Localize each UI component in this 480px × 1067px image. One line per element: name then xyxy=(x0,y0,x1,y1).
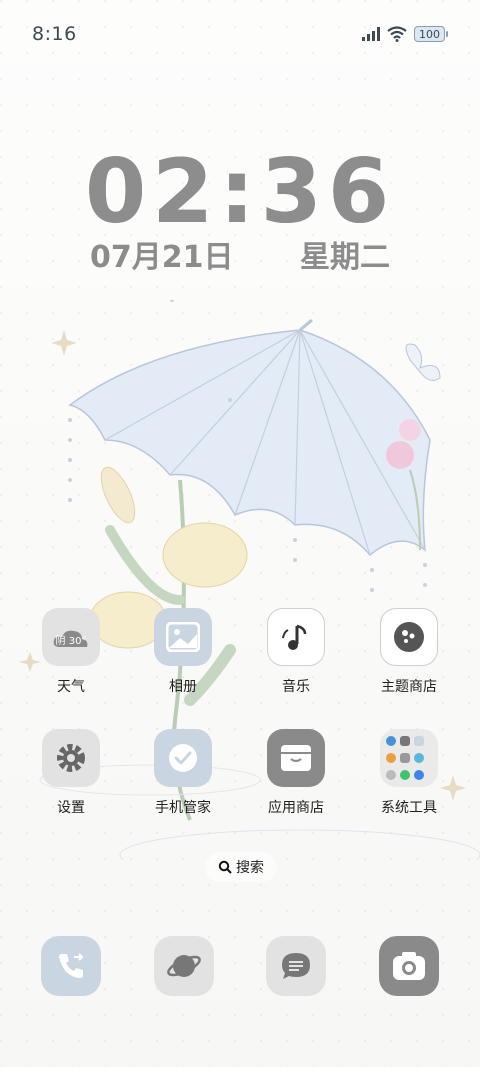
battery-indicator: 100 xyxy=(414,26,445,42)
app-label: 主题商店 xyxy=(381,679,437,695)
app-label: 系统工具 xyxy=(381,800,437,816)
phone-icon xyxy=(59,953,84,978)
weather-icon: 阴 30° xyxy=(42,608,100,666)
weather-widget-text: 阴 30° xyxy=(55,636,87,647)
app-settings[interactable]: 设置 xyxy=(21,729,121,817)
music-icon xyxy=(267,608,325,666)
date-row: 07月21日 星期二 xyxy=(90,232,390,276)
clock-weekday: 星期二 xyxy=(300,240,390,275)
app-system-tools-folder[interactable]: 系统工具 xyxy=(359,729,459,817)
status-icons: 100 xyxy=(362,26,448,42)
app-store-icon xyxy=(267,729,325,787)
search-label: 搜索 xyxy=(236,860,264,876)
folder-icon xyxy=(380,729,438,787)
status-bar: 8:16 100 xyxy=(0,0,480,68)
message-icon xyxy=(282,953,310,979)
app-label: 音乐 xyxy=(282,679,310,695)
search-button[interactable]: 搜索 xyxy=(205,852,277,882)
status-time: 8:16 xyxy=(32,23,77,45)
signal-icon xyxy=(362,27,380,41)
wifi-icon xyxy=(387,26,407,42)
app-music[interactable]: 音乐 xyxy=(246,608,346,696)
gallery-icon xyxy=(154,608,212,666)
app-label: 相册 xyxy=(169,679,197,695)
app-label: 手机管家 xyxy=(155,800,211,816)
dock-phone[interactable] xyxy=(41,936,101,996)
camera-icon xyxy=(393,952,425,980)
app-phone-manager[interactable]: 手机管家 xyxy=(133,729,233,817)
dock-messages[interactable] xyxy=(266,936,326,996)
dock-browser[interactable] xyxy=(154,936,214,996)
gear-icon xyxy=(42,729,100,787)
browser-icon xyxy=(167,955,201,977)
theme-store-icon xyxy=(380,608,438,666)
app-theme-store[interactable]: 主题商店 xyxy=(359,608,459,696)
app-weather[interactable]: 阴 30° 天气 xyxy=(21,608,121,696)
phone-manager-icon xyxy=(154,729,212,787)
app-label: 应用商店 xyxy=(268,800,324,816)
clock-widget[interactable]: 02:36 xyxy=(0,140,480,243)
app-label: 天气 xyxy=(57,679,85,695)
clock-date: 07月21日 xyxy=(90,240,234,275)
search-icon xyxy=(218,860,232,874)
clock-time: 02:36 xyxy=(84,140,396,243)
app-store[interactable]: 应用商店 xyxy=(246,729,346,817)
dock-camera[interactable] xyxy=(379,936,439,996)
app-label: 设置 xyxy=(57,800,85,816)
app-gallery[interactable]: 相册 xyxy=(133,608,233,696)
